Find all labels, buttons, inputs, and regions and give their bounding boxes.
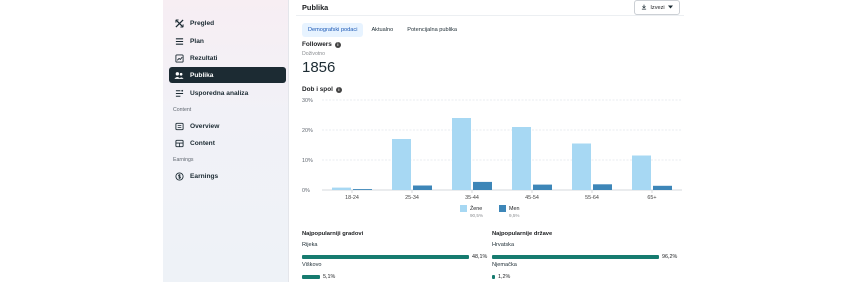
audience-tabs: Demografski podaci Aktualno Potencijalna…	[302, 23, 463, 37]
dollar-circle-icon	[174, 171, 184, 181]
y-tick-label: 30%	[302, 98, 313, 104]
export-button[interactable]: Izvezi	[634, 0, 680, 15]
legend-swatch	[499, 205, 506, 212]
list-item: Hrvatska 96,2%	[492, 242, 677, 266]
list-item: Viškovo 5,1%	[302, 262, 335, 282]
bar-men	[533, 184, 552, 190]
bar-men	[653, 185, 672, 190]
legend-item-men: Men 9,5%	[499, 205, 520, 218]
sidebar-item-content[interactable]: Content	[169, 135, 286, 151]
sidebar-item-earnings[interactable]: Earnings	[169, 168, 286, 184]
bar-zene	[512, 127, 531, 190]
sidebar-item-label: Pregled	[190, 19, 215, 27]
sidebar-item-usporedna-analiza[interactable]: Usporedna analiza	[169, 85, 286, 101]
city-value: 5,1%	[323, 273, 336, 280]
city-bar	[302, 254, 469, 260]
overview-icon	[174, 121, 184, 131]
country-bar	[492, 274, 495, 280]
cross-arrows-icon	[174, 18, 184, 28]
tab-aktualno[interactable]: Aktualno	[365, 23, 399, 37]
sidebar-item-pregled[interactable]: Pregled	[169, 15, 286, 31]
tab-potencijalna-publika[interactable]: Potencijalna publika	[401, 23, 463, 37]
legend-item-zene: Žene 90,5%	[460, 205, 483, 218]
bar-men	[473, 181, 492, 190]
sidebar-item-plan[interactable]: Plan	[169, 33, 286, 49]
bar-zene	[572, 143, 591, 190]
compare-icon	[174, 88, 184, 98]
bar-zene	[332, 187, 351, 190]
y-tick-label: 20%	[302, 128, 313, 134]
tab-demografski-podaci[interactable]: Demografski podaci	[302, 23, 364, 37]
sidebar-item-label: Publika	[190, 71, 214, 79]
export-label: Izvezi	[650, 4, 665, 11]
section-label-earnings: Earnings	[173, 157, 194, 163]
sidebar-item-label: Plan	[190, 37, 204, 45]
sidebar-item-label: Rezultati	[190, 54, 218, 62]
city-bar	[302, 274, 320, 280]
sidebar-item-publika[interactable]: Publika	[169, 67, 286, 83]
list-item: Njemačka 1,2%	[492, 262, 517, 282]
x-tick-label: 35-44	[465, 195, 479, 201]
country-value: 96,2%	[662, 253, 678, 260]
sidebar-item-label: Usporedna analiza	[190, 89, 249, 97]
bar-zene	[392, 139, 411, 190]
age-gender-chart: 0% 10% 20% 30% 18-24 25-34 35-44 45-54 55-64 65+	[302, 98, 682, 201]
sidebar-item-label: Earnings	[190, 172, 219, 180]
legend-share: 9,5%	[509, 213, 520, 218]
city-value: 48,1%	[472, 253, 488, 260]
legend-label: Žene	[470, 205, 483, 212]
bar-men	[593, 184, 612, 190]
chart-box-icon	[174, 53, 184, 63]
countries-title: Najpopularnije države	[492, 231, 553, 237]
country-value: 1,2%	[498, 273, 511, 280]
info-icon[interactable]: i	[334, 41, 341, 48]
legend-share: 90,5%	[470, 213, 484, 218]
main-panel: Publika Izvezi Demografski podaci Aktual…	[294, 0, 686, 282]
people-icon	[174, 70, 184, 80]
legend-swatch	[460, 205, 467, 212]
bar-zene	[452, 118, 471, 190]
sidebar-item-rezultati[interactable]: Rezultati	[169, 50, 286, 66]
sidebar: Pregled Plan Rezultati Publika Usporedna…	[163, 0, 289, 282]
bar-zene	[632, 155, 651, 190]
x-tick-label: 18-24	[345, 195, 359, 201]
x-tick-label: 55-64	[585, 195, 599, 201]
x-tick-label: 45-54	[525, 195, 539, 201]
list-icon	[174, 36, 184, 46]
legend-label: Men	[509, 205, 520, 212]
page-title: Publika	[302, 3, 329, 12]
x-tick-label: 25-34	[405, 195, 419, 201]
sidebar-item-overview[interactable]: Overview	[169, 118, 286, 134]
y-tick-label: 0%	[302, 188, 310, 194]
cities-title: Najpopularniji gradovi	[302, 231, 364, 237]
download-icon	[641, 4, 647, 12]
followers-label: Followers	[302, 41, 332, 48]
y-tick-label: 10%	[302, 158, 313, 164]
sidebar-item-label: Overview	[190, 122, 220, 130]
followers-period: Doživotno	[302, 51, 326, 57]
sidebar-item-label: Content	[190, 139, 215, 147]
followers-heading: Followers i	[302, 41, 341, 48]
x-tick-label: 65+	[647, 195, 656, 201]
bar-men	[413, 185, 432, 190]
section-label-content: Content	[173, 107, 192, 113]
country-bar	[492, 254, 659, 260]
content-grid-icon	[174, 138, 184, 148]
bar-men	[353, 189, 372, 190]
caret-down-icon	[667, 5, 673, 11]
followers-count: 1856	[302, 59, 336, 76]
